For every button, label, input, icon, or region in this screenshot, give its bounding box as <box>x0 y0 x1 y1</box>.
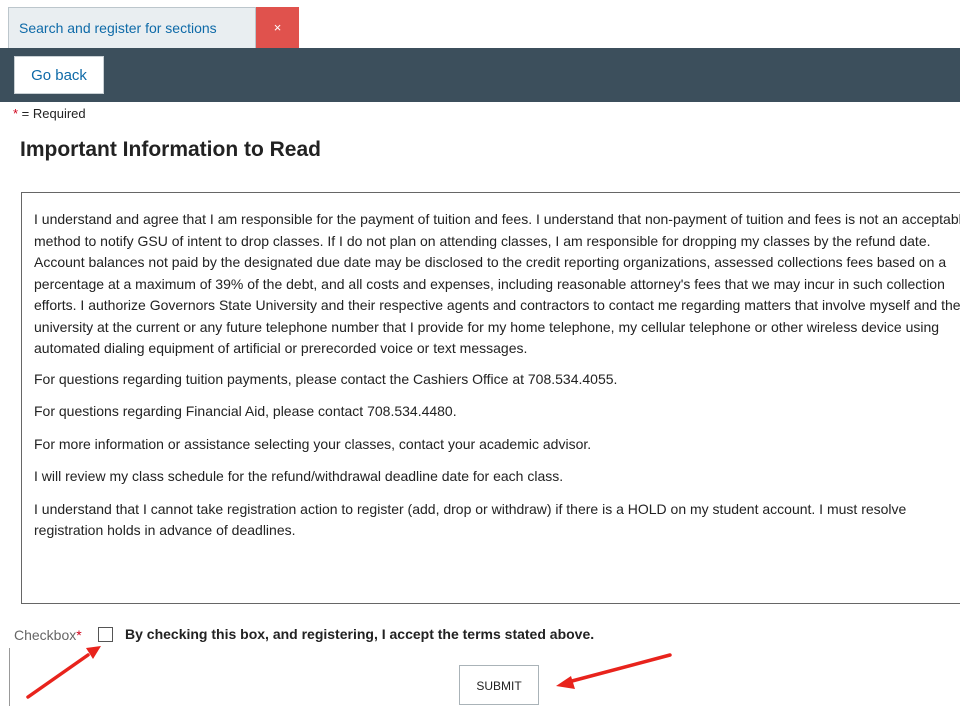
checkbox-required-star: * <box>76 627 82 643</box>
submit-button[interactable]: SUBMIT <box>459 665 539 705</box>
terms-info-box[interactable]: I understand and agree that I am respons… <box>21 192 960 604</box>
close-icon: × <box>273 20 282 35</box>
accept-terms-label[interactable]: By checking this box, and registering, I… <box>125 626 594 642</box>
schedule-review-paragraph: I will review my class schedule for the … <box>34 468 564 484</box>
tab-bar: Search and register for sections × <box>0 0 960 48</box>
checkbox-label: Checkbox* <box>14 627 82 643</box>
required-legend: * = Required <box>13 106 86 121</box>
arrow-to-checkbox-icon <box>26 646 101 699</box>
accept-terms-checkbox[interactable] <box>98 627 113 642</box>
financial-aid-paragraph: For questions regarding Financial Aid, p… <box>34 403 457 419</box>
tab-close-button[interactable]: × <box>256 7 299 48</box>
required-text: = Required <box>18 106 86 121</box>
tab-search-register[interactable]: Search and register for sections <box>8 7 256 48</box>
advisor-paragraph: For more information or assistance selec… <box>34 435 592 452</box>
tuition-contact-paragraph: For questions regarding tuition payments… <box>34 370 618 387</box>
go-back-button[interactable]: Go back <box>14 56 104 94</box>
terms-paragraph: I understand and agree that I am respons… <box>34 211 960 356</box>
arrow-to-submit-icon <box>556 653 672 689</box>
holds-paragraph: I understand that I cannot take registra… <box>34 500 907 539</box>
left-edge-divider <box>9 648 10 706</box>
toolbar: Go back <box>0 48 960 102</box>
page-title: Important Information to Read <box>20 138 321 161</box>
